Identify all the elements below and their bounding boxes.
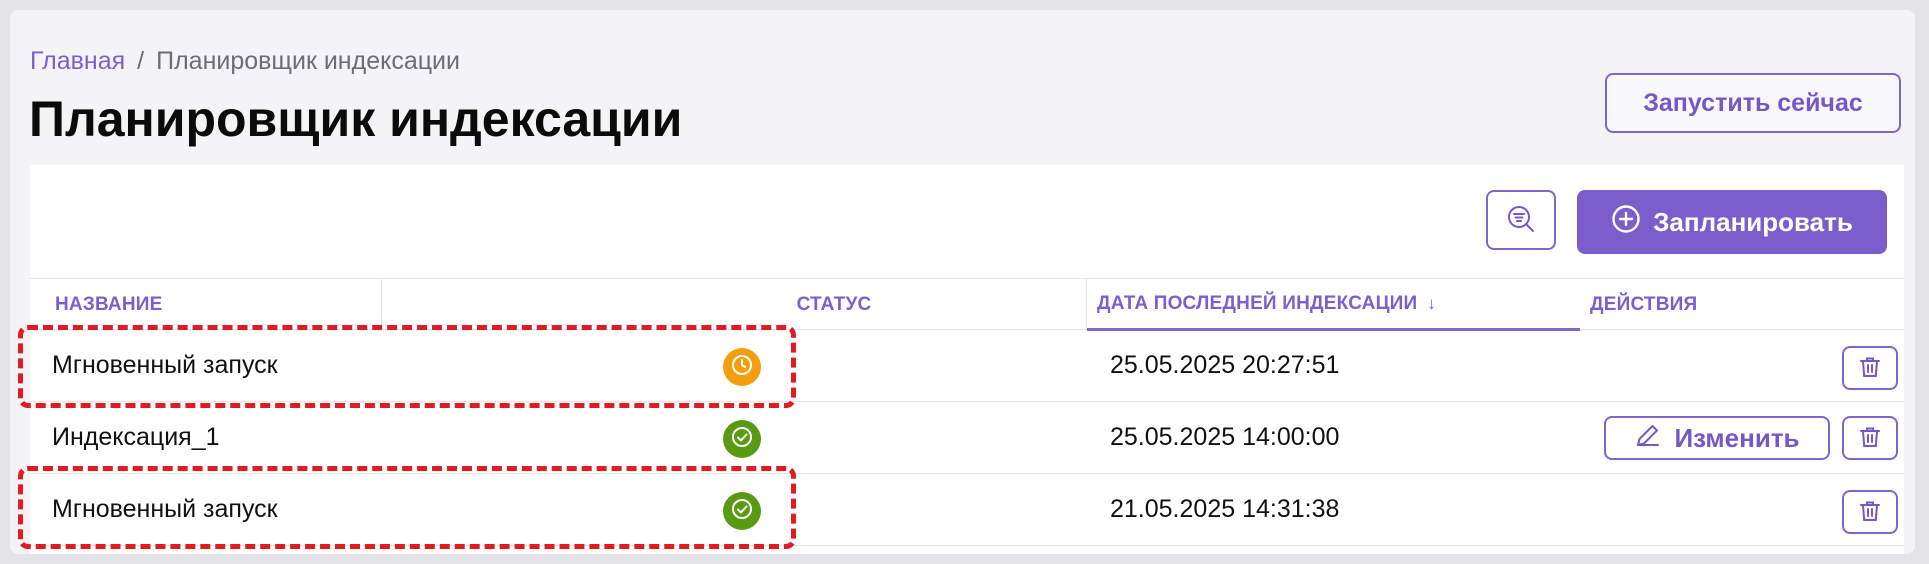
column-header-last-indexed-label: ДАТА ПОСЛЕДНЕЙ ИНДЕКСАЦИИ bbox=[1097, 292, 1418, 314]
edit-button[interactable]: Изменить bbox=[1604, 416, 1830, 460]
check-icon bbox=[730, 425, 754, 454]
trash-icon bbox=[1857, 498, 1883, 527]
column-header-name-label: НАЗВАНИЕ bbox=[55, 293, 163, 315]
delete-button[interactable] bbox=[1842, 346, 1898, 390]
delete-button[interactable] bbox=[1842, 416, 1898, 460]
status-success-badge bbox=[723, 492, 761, 530]
breadcrumb-separator: / bbox=[137, 47, 145, 75]
table-header: НАЗВАНИЕ СТАТУС ДАТА ПОСЛЕДНЕЙ ИНДЕКСАЦИ… bbox=[30, 278, 1904, 331]
schedule-button-label: Запланировать bbox=[1653, 206, 1853, 237]
table-row[interactable]: Мгновенный запуск 25.05.2025 20:27:51 bbox=[30, 330, 1904, 402]
search-filter-icon bbox=[1506, 204, 1536, 237]
app-frame: Главная / Планировщик индексации Планировщ… bbox=[10, 10, 1915, 554]
row-name: Индексация_1 bbox=[52, 423, 220, 451]
check-icon bbox=[730, 497, 754, 526]
breadcrumb-home-link[interactable]: Главная bbox=[30, 47, 125, 75]
table-row[interactable]: Индексация_1 25.05.2025 14:00:00 Изменит… bbox=[30, 402, 1904, 474]
filter-search-button[interactable] bbox=[1486, 190, 1556, 250]
breadcrumb-current: Планировщик индексации bbox=[156, 47, 460, 75]
column-header-status[interactable]: СТАТУС bbox=[382, 279, 1087, 330]
schedule-button[interactable]: Запланировать bbox=[1577, 190, 1887, 254]
scheduler-panel: Запланировать НАЗВАНИЕ СТАТУС ДАТА ПОСЛЕ… bbox=[30, 165, 1904, 554]
breadcrumb: Главная / Планировщик индексации bbox=[30, 46, 460, 76]
column-header-actions: ДЕЙСТВИЯ bbox=[1580, 279, 1904, 330]
status-pending-badge bbox=[723, 348, 761, 386]
column-header-actions-label: ДЕЙСТВИЯ bbox=[1590, 293, 1698, 315]
row-date: 21.05.2025 14:31:38 bbox=[1110, 495, 1340, 523]
run-now-button[interactable]: Запустить сейчас bbox=[1605, 73, 1901, 133]
status-success-badge bbox=[723, 420, 761, 458]
column-header-status-label: СТАТУС bbox=[796, 293, 872, 315]
trash-icon bbox=[1857, 354, 1883, 383]
sort-desc-icon: ↓ bbox=[1427, 293, 1437, 313]
page-title: Планировщик индексации bbox=[29, 91, 683, 147]
column-header-name[interactable]: НАЗВАНИЕ bbox=[30, 279, 382, 330]
row-name: Мгновенный запуск bbox=[52, 351, 278, 379]
delete-button[interactable] bbox=[1842, 490, 1898, 534]
edit-button-label: Изменить bbox=[1674, 422, 1800, 453]
plus-circle-icon bbox=[1611, 204, 1641, 241]
pencil-icon bbox=[1634, 421, 1662, 456]
trash-icon bbox=[1857, 424, 1883, 453]
row-name: Мгновенный запуск bbox=[52, 495, 278, 523]
clock-icon bbox=[730, 353, 754, 382]
row-date: 25.05.2025 14:00:00 bbox=[1110, 423, 1340, 451]
table-row[interactable]: Мгновенный запуск 21.05.2025 14:31:38 bbox=[30, 474, 1904, 546]
column-header-last-indexed[interactable]: ДАТА ПОСЛЕДНЕЙ ИНДЕКСАЦИИ ↓ bbox=[1087, 279, 1580, 331]
row-date: 25.05.2025 20:27:51 bbox=[1110, 351, 1340, 379]
